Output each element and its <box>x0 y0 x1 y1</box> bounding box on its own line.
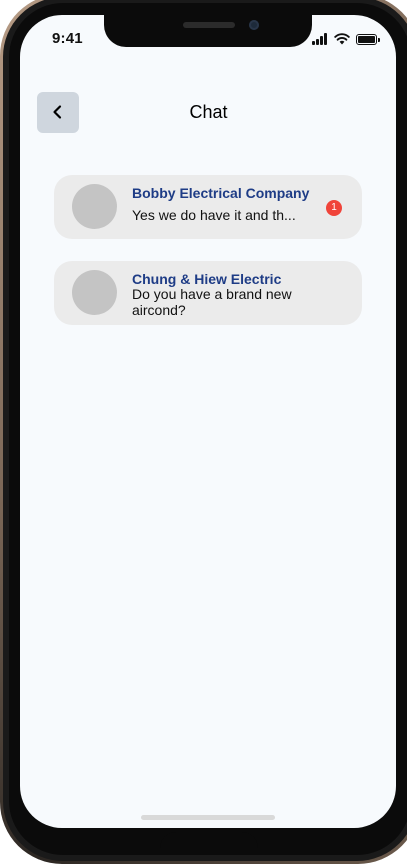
phone-bottom-bezel <box>160 832 258 852</box>
front-camera <box>249 20 259 30</box>
chat-list-item[interactable]: Bobby Electrical Company Yes we do have … <box>54 175 362 239</box>
chat-last-message: Do you have a brand new aircond? <box>132 286 292 318</box>
avatar <box>72 184 117 229</box>
signal-icon <box>312 33 330 45</box>
chat-name: Chung & Hiew Electric <box>132 271 282 287</box>
phone-screen <box>20 15 396 828</box>
unread-badge: 1 <box>326 200 342 216</box>
chat-last-message: Yes we do have it and th... <box>132 207 296 223</box>
battery-icon <box>356 34 380 45</box>
status-time: 9:41 <box>52 30 83 47</box>
chat-list-item[interactable]: Chung & Hiew Electric Do you have a bran… <box>54 261 362 325</box>
speaker-grill <box>183 22 235 28</box>
avatar <box>72 270 117 315</box>
notch <box>104 15 312 47</box>
chat-name: Bobby Electrical Company <box>132 185 310 201</box>
wifi-icon <box>334 33 350 45</box>
home-indicator <box>141 815 275 820</box>
page-title: Chat <box>189 102 228 122</box>
